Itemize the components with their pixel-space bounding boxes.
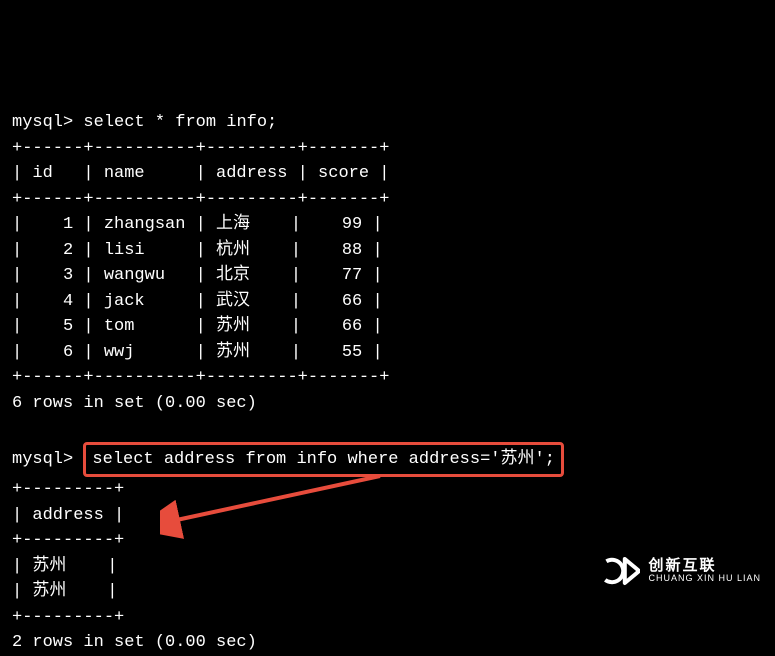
- table2-bottom-sep: +---------+: [12, 608, 124, 627]
- query1: select * from info;: [83, 113, 277, 132]
- table1-row: | 5 | tom | 苏州 | 66 |: [12, 317, 383, 336]
- mysql-prompt: mysql>: [12, 450, 73, 469]
- watermark: 创新互联 CHUANG XIN HU LIAN: [600, 551, 761, 591]
- table1-row: | 2 | lisi | 杭州 | 88 |: [12, 241, 383, 260]
- table1-row: | 1 | zhangsan | 上海 | 99 |: [12, 215, 383, 234]
- table1-header: | id | name | address | score |: [12, 164, 389, 183]
- table2-header: | address |: [12, 506, 124, 525]
- table2-row: | 苏州 |: [12, 582, 117, 601]
- table2-footer: 2 rows in set (0.00 sec): [12, 633, 257, 652]
- watermark-logo-icon: [600, 551, 640, 591]
- table1-bottom-sep: +------+----------+---------+-------+: [12, 368, 389, 387]
- table2-top-sep: +---------+: [12, 480, 124, 499]
- table2-mid-sep: +---------+: [12, 531, 124, 550]
- mysql-prompt: mysql>: [12, 113, 73, 132]
- watermark-text-cn: 创新互联: [648, 558, 761, 574]
- table1-top-sep: +------+----------+---------+-------+: [12, 139, 389, 158]
- table1-row: | 4 | jack | 武汉 | 66 |: [12, 292, 383, 311]
- table2-row: | 苏州 |: [12, 557, 117, 576]
- watermark-text-en: CHUANG XIN HU LIAN: [648, 574, 761, 583]
- table1-row: | 3 | wangwu | 北京 | 77 |: [12, 266, 383, 285]
- table1-row: | 6 | wwj | 苏州 | 55 |: [12, 343, 383, 362]
- table1-footer: 6 rows in set (0.00 sec): [12, 394, 257, 413]
- table1-mid-sep: +------+----------+---------+-------+: [12, 190, 389, 209]
- highlighted-query: select address from info where address='…: [83, 442, 563, 478]
